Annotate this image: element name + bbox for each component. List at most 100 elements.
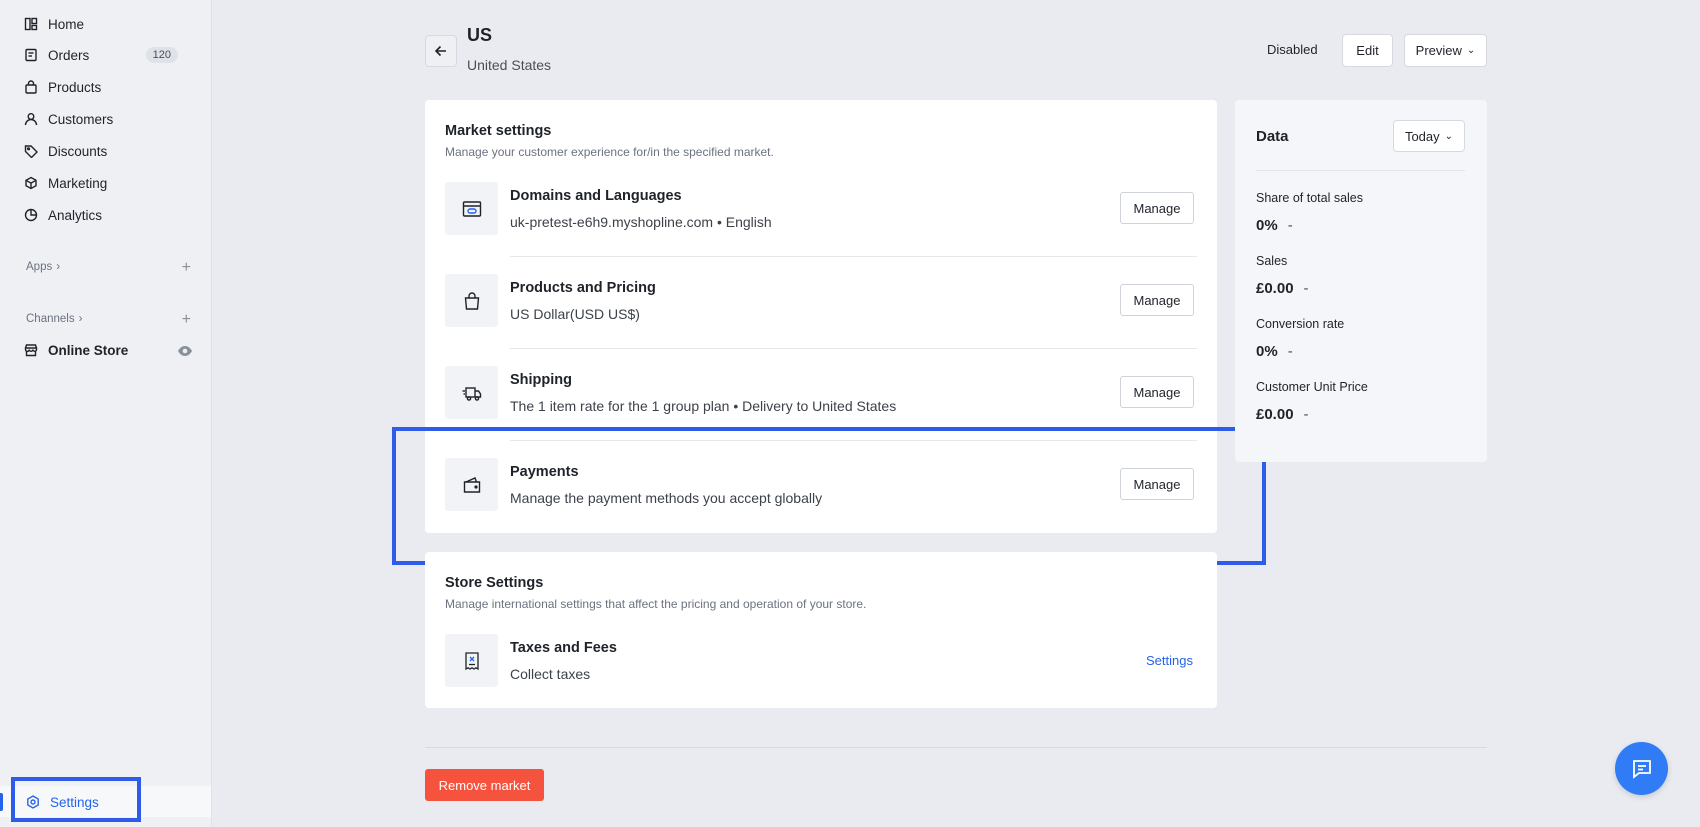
- channels-section[interactable]: Channels ›: [26, 313, 82, 325]
- metric-number: 0%: [1256, 217, 1278, 234]
- wallet-icon: [445, 458, 498, 511]
- sidebar-item-label: Home: [48, 16, 85, 32]
- metric-label: Customer Unit Price: [1256, 380, 1368, 394]
- chevron-down-icon: ⌄: [1444, 130, 1454, 142]
- row-description: uk-pretest-e6h9.myshopline.com • English: [510, 214, 772, 230]
- apps-section[interactable]: Apps ›: [26, 261, 60, 273]
- pie-icon: [24, 208, 38, 222]
- metric-value: 0% -: [1256, 343, 1293, 360]
- orders-count-badge: 120: [145, 47, 178, 63]
- metric-value: £0.00-: [1256, 406, 1309, 423]
- receipt-icon: [445, 634, 498, 687]
- row-description: The 1 item rate for the 1 group plan • D…: [510, 398, 897, 414]
- divider: [510, 256, 1197, 257]
- sidebar-item-label: Analytics: [48, 207, 103, 223]
- home-icon: [24, 17, 38, 31]
- metric-change: -: [1303, 406, 1309, 423]
- data-panel-title: Data: [1256, 128, 1289, 145]
- chat-icon: [1632, 759, 1651, 779]
- divider: [1256, 170, 1465, 171]
- edit-button[interactable]: Edit: [1342, 34, 1393, 67]
- divider: [510, 348, 1197, 349]
- truck-icon: [445, 366, 498, 419]
- sidebar-item-label: Online Store: [48, 342, 129, 358]
- tag-icon: [24, 144, 38, 158]
- metric-number: £0.00: [1256, 406, 1294, 423]
- status-badge: Disabled: [1267, 42, 1318, 57]
- metric-change: -: [1303, 280, 1309, 297]
- row-description: Collect taxes: [510, 666, 591, 682]
- back-button[interactable]: [425, 35, 457, 67]
- sidebar-item-discounts[interactable]: Discounts: [14, 137, 198, 165]
- metric-number: 0%: [1256, 343, 1278, 360]
- sidebar-item-online-store[interactable]: Online Store: [14, 336, 198, 364]
- page-subtitle: United States: [467, 57, 552, 73]
- store-settings-title: Store Settings: [445, 575, 544, 591]
- divider: [510, 440, 1197, 441]
- store-settings-card: Store Settings Manage international sett…: [425, 552, 1217, 708]
- row-title: Shipping: [510, 372, 573, 388]
- divider: [425, 747, 1487, 748]
- market-settings-card: Market settings Manage your customer exp…: [425, 100, 1217, 533]
- chevron-right-icon: ›: [78, 313, 83, 325]
- chevron-down-icon: ⌄: [1466, 45, 1476, 56]
- row-description: US Dollar(USD US$): [510, 306, 640, 322]
- manage-payments-button[interactable]: Manage: [1120, 468, 1194, 500]
- row-description: Manage the payment methods you accept gl…: [510, 490, 823, 506]
- add-channel-plus-icon[interactable]: +: [182, 312, 191, 328]
- date-range-dropdown[interactable]: Today ⌄: [1393, 120, 1465, 152]
- remove-market-button[interactable]: Remove market: [425, 769, 544, 801]
- metric-label: Share of total sales: [1256, 191, 1364, 205]
- sidebar-item-customers[interactable]: Customers: [14, 105, 198, 133]
- chat-button[interactable]: [1615, 742, 1668, 795]
- metric-label: Conversion rate: [1256, 317, 1345, 331]
- metric-label: Sales: [1256, 254, 1288, 268]
- preview-button[interactable]: Preview ⌄: [1404, 34, 1487, 67]
- metric-change: -: [1287, 343, 1293, 360]
- sidebar-item-label: Orders: [48, 47, 90, 63]
- page-title: US: [467, 25, 493, 45]
- taxes-settings-link[interactable]: Settings: [1146, 653, 1193, 668]
- row-title: Payments: [510, 464, 579, 480]
- bag-icon: [24, 80, 38, 94]
- data-panel: Data Today ⌄ Share of total sales 0% - Sa…: [1235, 100, 1487, 462]
- active-indicator: [0, 793, 3, 811]
- channels-label: Channels: [26, 313, 75, 325]
- sidebar-item-label: Customers: [48, 111, 114, 127]
- sidebar-item-marketing[interactable]: Marketing: [14, 169, 198, 197]
- orders-icon: [24, 48, 38, 62]
- sidebar-item-products[interactable]: Products: [14, 73, 198, 101]
- sidebar-item-label: Discounts: [48, 143, 108, 159]
- chevron-right-icon: ›: [56, 261, 61, 273]
- gear-icon: [26, 795, 40, 809]
- manage-domains-button[interactable]: Manage: [1120, 192, 1194, 224]
- sidebar-item-analytics[interactable]: Analytics: [14, 201, 198, 229]
- metric-value: 0% -: [1256, 217, 1293, 234]
- market-settings-title: Market settings: [445, 123, 552, 139]
- sidebar-item-home[interactable]: Home: [14, 10, 198, 38]
- row-title: Products and Pricing: [510, 280, 656, 296]
- sidebar-item-label: Settings: [50, 794, 99, 810]
- apps-label: Apps: [26, 261, 53, 273]
- cube-icon: [24, 176, 38, 190]
- browser-icon: [445, 182, 498, 235]
- sidebar: Home Orders 120 Products Customers Disco…: [0, 0, 212, 827]
- store-icon: [24, 343, 38, 357]
- sidebar-item-label: Marketing: [48, 175, 108, 191]
- sidebar-item-orders[interactable]: Orders 120: [14, 41, 198, 69]
- row-title: Domains and Languages: [510, 188, 682, 204]
- preview-label: Preview: [1415, 43, 1462, 58]
- eye-icon[interactable]: [177, 344, 193, 358]
- add-app-plus-icon[interactable]: +: [182, 260, 191, 276]
- date-range-label: Today: [1404, 128, 1440, 144]
- metric-number: £0.00: [1256, 280, 1294, 297]
- sidebar-item-settings[interactable]: Settings: [16, 788, 136, 816]
- row-title: Taxes and Fees: [510, 640, 617, 656]
- person-icon: [24, 112, 38, 126]
- shopping-bag-icon: [445, 274, 498, 327]
- market-settings-description: Manage your customer experience for/in t…: [445, 145, 774, 159]
- manage-shipping-button[interactable]: Manage: [1120, 376, 1194, 408]
- manage-pricing-button[interactable]: Manage: [1120, 284, 1194, 316]
- metric-change: -: [1287, 217, 1293, 234]
- sidebar-item-label: Products: [48, 79, 102, 95]
